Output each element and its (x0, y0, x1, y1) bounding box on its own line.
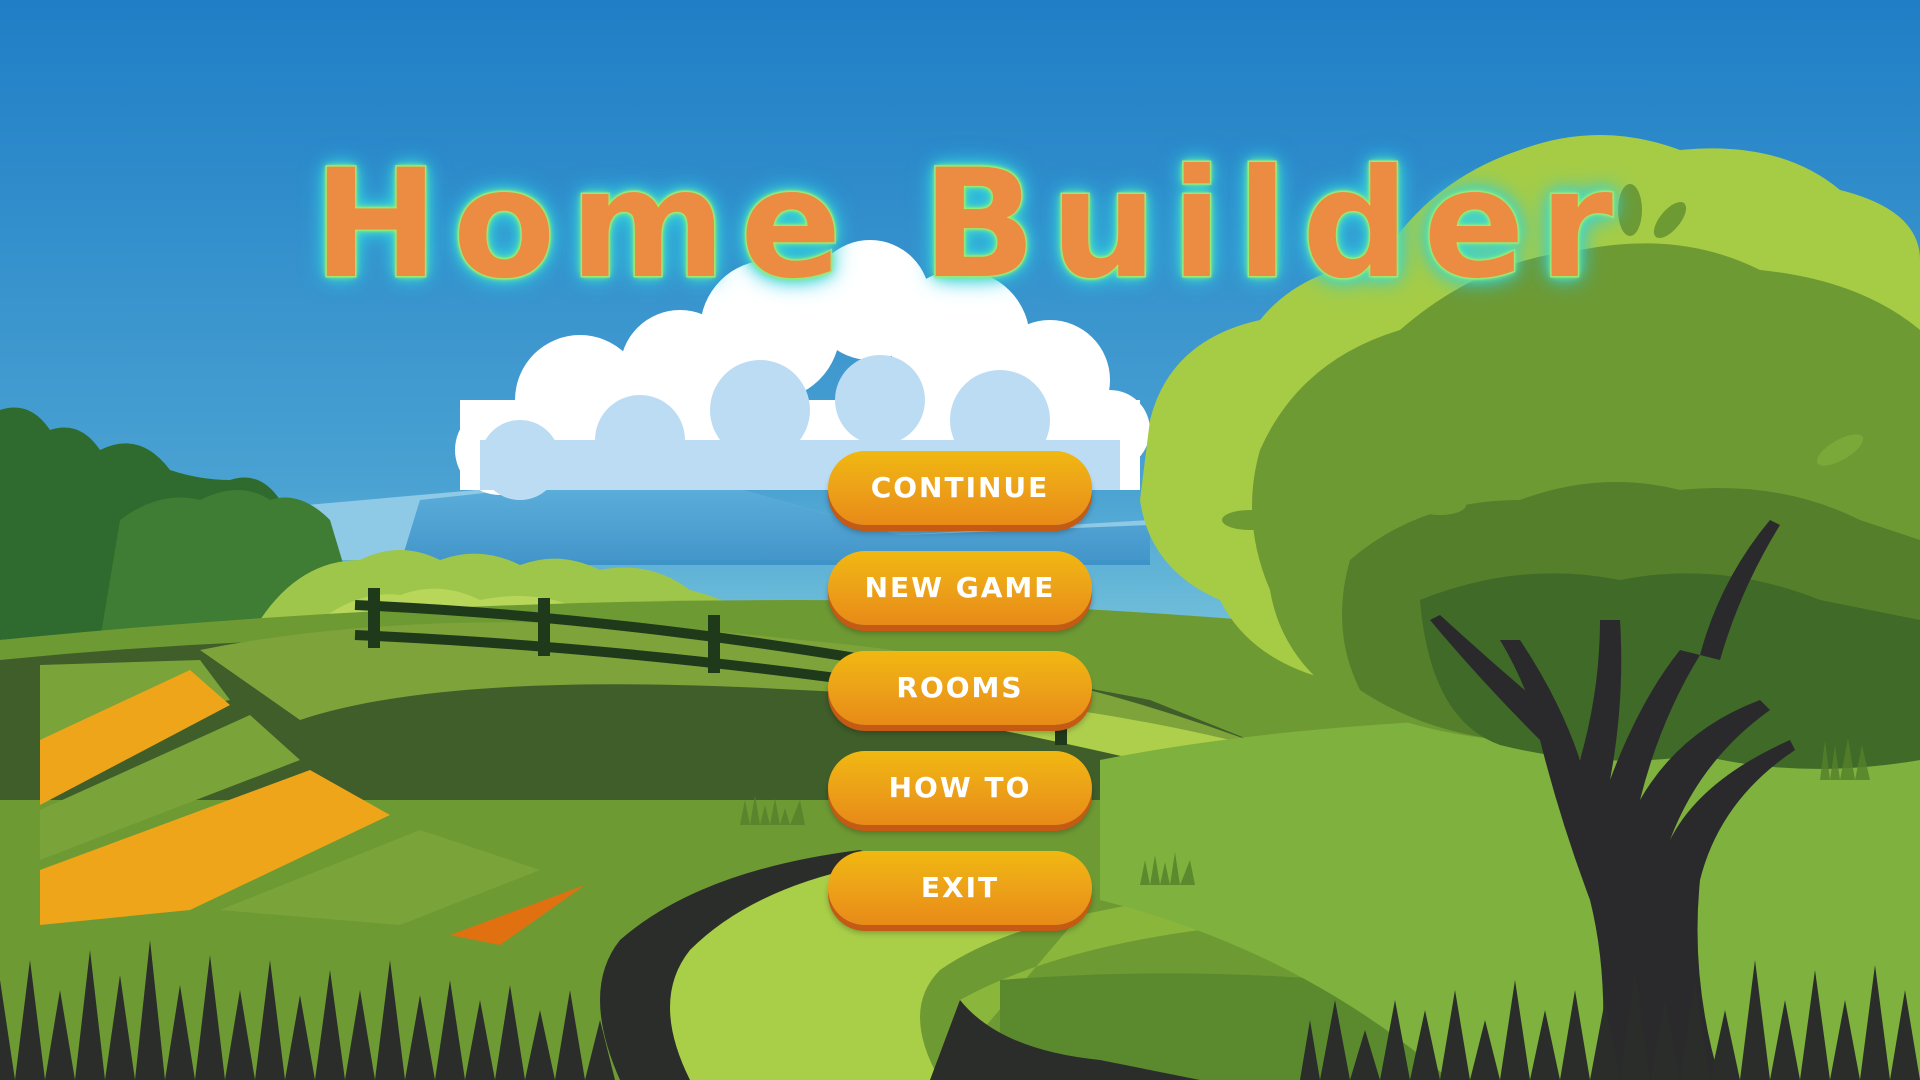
exit-label: EXIT (920, 871, 1000, 904)
main-menu: CONTINUE NEW GAME ROOMS HOW TO EXIT (828, 451, 1092, 951)
continue-button[interactable]: CONTINUE (828, 451, 1092, 525)
game-title: Home Builder (312, 138, 1627, 312)
continue-label: CONTINUE (870, 471, 1050, 504)
rooms-label: ROOMS (896, 671, 1024, 704)
exit-button[interactable]: EXIT (828, 851, 1092, 925)
new-game-button[interactable]: NEW GAME (828, 551, 1092, 625)
how-to-button[interactable]: HOW TO (828, 751, 1092, 825)
new-game-label: NEW GAME (864, 571, 1056, 604)
rooms-button[interactable]: ROOMS (828, 651, 1092, 725)
main-menu-screen: Home Builder CONTINUE NEW GAME ROOMS HOW… (0, 0, 1920, 1080)
how-to-label: HOW TO (888, 771, 1032, 804)
